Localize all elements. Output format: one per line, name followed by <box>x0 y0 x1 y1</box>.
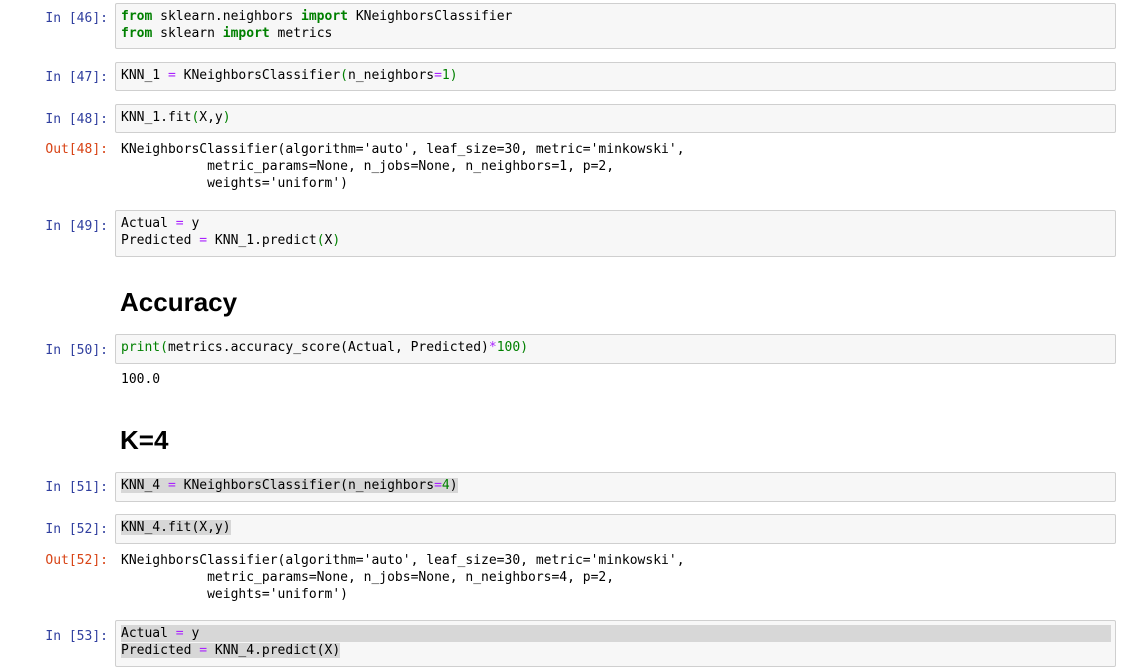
code-text: Predicted <box>121 233 200 248</box>
paren: ( <box>160 340 168 355</box>
code-text: KNN_4 <box>121 478 168 493</box>
code-line: KNN_4.fit(X,y) <box>121 519 1110 536</box>
cell-48-output: KNeighborsClassifier(algorithm='auto', l… <box>121 142 685 191</box>
cell-48-output-prompt: Out[48]: <box>45 142 108 157</box>
cell-50-prompt: In [50]: <box>45 343 108 358</box>
code-text: KNN_1.predict <box>207 233 317 248</box>
code-text: Actual <box>121 626 176 641</box>
cell-52-output-prompt: Out[52]: <box>45 553 108 568</box>
operator: = <box>199 643 208 658</box>
code-text: Predicted <box>121 643 200 658</box>
operator: = <box>434 478 442 493</box>
cell-52-input[interactable]: KNN_4.fit(X,y) <box>115 514 1116 544</box>
code-text: KNN_1 <box>121 68 168 83</box>
cell-46-prompt: In [46]: <box>45 11 108 26</box>
number: 100 <box>496 340 521 355</box>
cell-50-output: 100.0 <box>121 372 161 387</box>
cell-48-input[interactable]: KNN_1.fit(X,y) <box>115 104 1116 133</box>
code-text: KNeighborsClassifier <box>175 68 341 83</box>
cell-52-prompt: In [52]: <box>45 522 108 537</box>
builtin-function: print <box>121 340 161 355</box>
code-line: print(metrics.accuracy_score(Actual, Pre… <box>121 339 1110 356</box>
code-text: KNeighborsClassifier <box>348 9 513 24</box>
code-line: Predicted = KNN_4.predict(X) <box>121 642 1110 659</box>
code-line: Actual = y <box>121 215 1110 232</box>
paren: ) <box>332 233 341 248</box>
code-line: Predicted = KNN_1.predict(X) <box>121 232 1110 249</box>
operator: = <box>167 478 176 493</box>
cell-53-input[interactable]: Actual = y Predicted = KNN_4.predict(X) <box>115 620 1116 667</box>
code-text: n_neighbors <box>348 68 435 83</box>
code-text: X,y <box>199 110 223 125</box>
cell-50-input[interactable]: print(metrics.accuracy_score(Actual, Pre… <box>115 334 1116 364</box>
code-text: KNN_4.predict(X) <box>207 643 341 658</box>
cell-53-prompt: In [53]: <box>45 629 108 644</box>
code-text: sklearn <box>152 26 223 41</box>
code-text: metrics <box>269 26 333 41</box>
code-line: KNN_1 = KNeighborsClassifier(n_neighbors… <box>121 67 1110 84</box>
number: 1 <box>441 68 450 83</box>
paren: ) <box>449 68 458 83</box>
code-line: KNN_4 = KNeighborsClassifier(n_neighbors… <box>121 477 1110 494</box>
code-text: Actual <box>121 216 176 231</box>
code-text: KNeighborsClassifier(n_neighbors <box>175 478 435 493</box>
code-text: y <box>183 216 200 231</box>
code-text: KNN_4.fit(X,y) <box>121 520 231 535</box>
operator: = <box>199 233 208 248</box>
code-text: KNN_1.fit <box>121 110 192 125</box>
code-text: sklearn.neighbors <box>152 9 302 24</box>
keyword: import <box>301 9 348 24</box>
cell-49-prompt: In [49]: <box>45 219 108 234</box>
operator: = <box>167 68 176 83</box>
paren: ) <box>222 110 231 125</box>
code-line: KNN_1.fit(X,y) <box>121 109 1110 126</box>
paren: ) <box>520 340 529 355</box>
paren: ( <box>340 68 348 83</box>
operator: * <box>488 340 497 355</box>
cell-49-input[interactable]: Actual = y Predicted = KNN_1.predict(X) <box>115 210 1116 257</box>
cell-46-input[interactable]: from sklearn.neighbors import KNeighbors… <box>115 3 1116 49</box>
code-text: y <box>183 626 200 641</box>
operator: = <box>175 626 184 641</box>
code-line: from sklearn.neighbors import KNeighbors… <box>121 8 1110 25</box>
paren: ( <box>316 233 325 248</box>
code-text: metrics.accuracy_score(Actual, Predicted… <box>167 340 489 355</box>
cell-52-output: KNeighborsClassifier(algorithm='auto', l… <box>121 553 685 602</box>
heading-k4: K=4 <box>120 425 169 455</box>
cell-48-prompt: In [48]: <box>45 112 108 127</box>
number: 4 <box>441 478 450 493</box>
operator: = <box>175 216 184 231</box>
operator: = <box>434 68 442 83</box>
keyword: import <box>222 26 270 41</box>
paren: ) <box>449 478 458 493</box>
cell-47-input[interactable]: KNN_1 = KNeighborsClassifier(n_neighbors… <box>115 62 1116 91</box>
cell-47-prompt: In [47]: <box>45 70 108 85</box>
keyword: from <box>121 9 153 24</box>
cell-51-input[interactable]: KNN_4 = KNeighborsClassifier(n_neighbors… <box>115 472 1116 502</box>
code-line: Actual = y <box>121 625 1111 642</box>
code-line: from sklearn import metrics <box>121 25 1110 42</box>
keyword: from <box>121 26 153 41</box>
heading-accuracy: Accuracy <box>120 287 238 317</box>
cell-51-prompt: In [51]: <box>45 480 108 495</box>
